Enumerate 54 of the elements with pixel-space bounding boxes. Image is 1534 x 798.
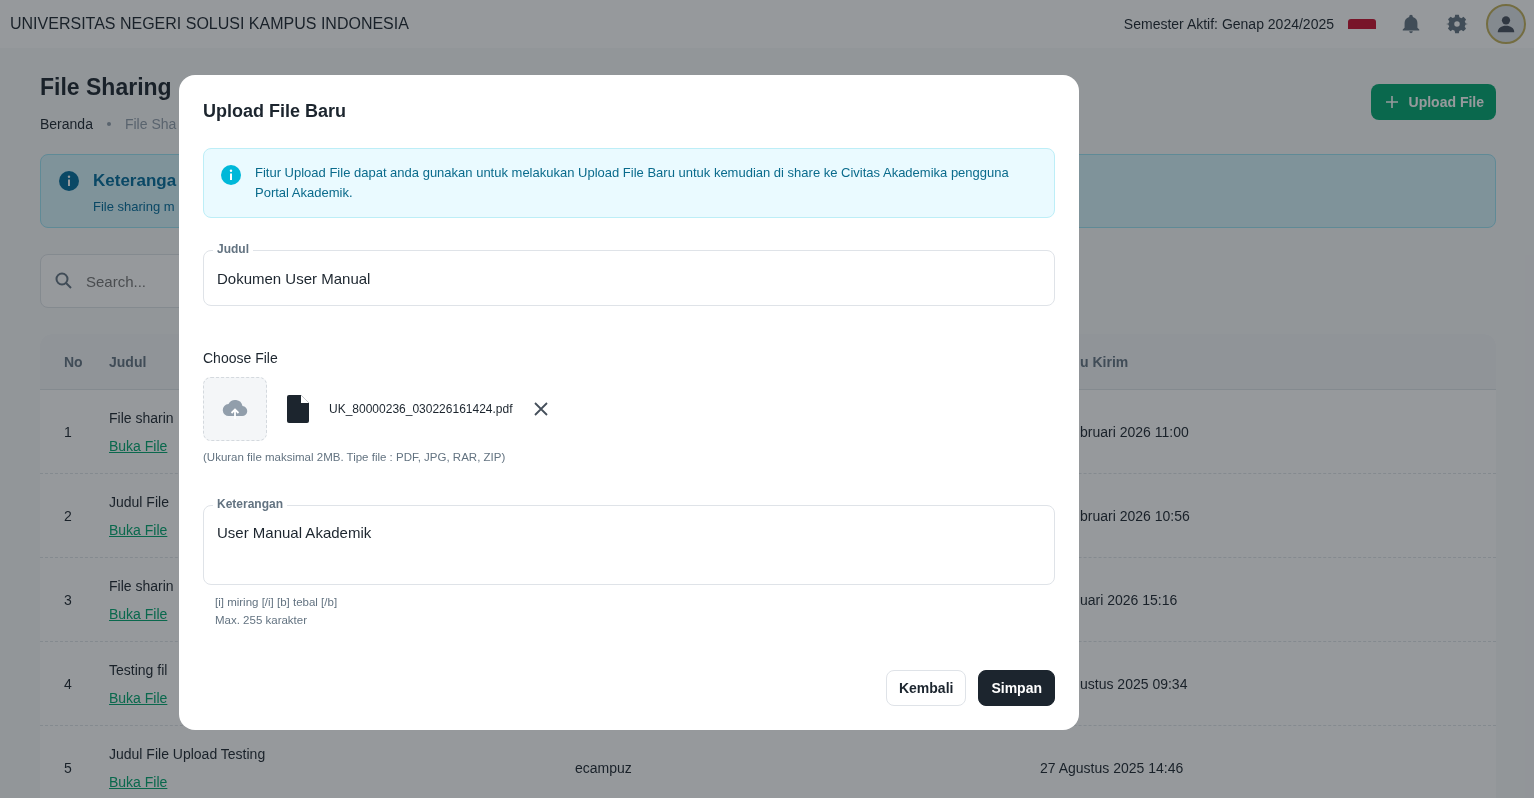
- file-hint: (Ukuran file maksimal 2MB. Tipe file : PDF, JPG, RAR, ZIP): [203, 451, 507, 463]
- breadcrumb-item: File Sha: [124, 116, 177, 132]
- plus-icon: [1384, 95, 1399, 109]
- settings-icon[interactable]: [1446, 13, 1468, 35]
- notification-icon[interactable]: [1400, 13, 1422, 35]
- save-button[interactable]: Simpan: [978, 670, 1055, 706]
- table-cell: uari 2026 15:16: [1080, 591, 1178, 608]
- table-cell: bruari 2026 10:56: [1080, 507, 1190, 524]
- alert-text: Fitur Upload File dapat anda gunakan untuk melakukan Upload File Baru untuk kemudian di share ke Civitas Akademika pengguna Portal Akademik.: [255, 164, 1010, 202]
- back-button[interactable]: Kembali: [885, 670, 967, 706]
- table-cell: 27 Agustus 2025 14:46: [1040, 759, 1184, 776]
- table-cell: 3: [64, 591, 72, 608]
- university-name: UNIVERSITAS NEGERI SOLUSI KAMPUS INDONESIA: [10, 15, 409, 33]
- open-file-link[interactable]: Buka File: [109, 437, 168, 454]
- info-title: Keteranga: [93, 171, 177, 191]
- table-cell: 4: [64, 675, 72, 692]
- info-icon: [221, 165, 241, 185]
- table-cell: ecampuz: [575, 759, 632, 776]
- column-header: u Kirim: [1080, 353, 1129, 370]
- open-file-link[interactable]: Buka File: [109, 605, 168, 622]
- info-icon: [59, 171, 79, 191]
- upload-dropzone[interactable]: [203, 377, 267, 441]
- field-label: Judul: [213, 242, 253, 256]
- table-cell: bruari 2026 11:00: [1080, 423, 1189, 440]
- file-title: Testing fil: [109, 661, 168, 678]
- column-header: Judul: [109, 353, 147, 370]
- file-title: File sharin: [109, 577, 174, 594]
- field-label: Keterangan: [213, 497, 288, 511]
- info-text: File sharing m: [93, 199, 176, 214]
- page-title: File Sharing: [40, 74, 173, 101]
- table-cell: 2: [64, 507, 72, 524]
- table-cell: ustus 2025 09:34: [1080, 675, 1188, 692]
- helper-text: [i] miring [/i] [b] tebal [/b]: [215, 595, 339, 610]
- remove-icon[interactable]: [532, 401, 549, 417]
- table-cell: 1: [64, 423, 72, 440]
- file-title: Judul File: [109, 493, 169, 510]
- open-file-link[interactable]: Buka File: [109, 773, 168, 790]
- helper-text: Max. 255 karakter: [215, 613, 309, 628]
- open-file-link[interactable]: Buka File: [109, 521, 168, 538]
- file-title: Judul File Upload Testing: [109, 745, 266, 762]
- table-cell: 5: [64, 759, 72, 776]
- column-header: No: [64, 353, 83, 370]
- breadcrumb-item[interactable]: Beranda: [40, 116, 93, 132]
- active-semester: Semester Aktif: Genap 2024/2025: [1123, 16, 1334, 32]
- document-icon: [287, 395, 309, 423]
- avatar[interactable]: [1486, 4, 1526, 44]
- open-file-link[interactable]: Buka File: [109, 689, 168, 706]
- dialog-title: Upload File Baru: [203, 101, 347, 122]
- upload-file-button[interactable]: Upload File: [1370, 84, 1496, 120]
- cloud-upload-icon: [222, 398, 248, 420]
- file-title: File sharin: [109, 409, 174, 426]
- choose-file-label: Choose File: [203, 350, 279, 366]
- search-icon: [54, 271, 74, 291]
- file-name: UK_80000236_030226161424.pdf: [329, 402, 513, 416]
